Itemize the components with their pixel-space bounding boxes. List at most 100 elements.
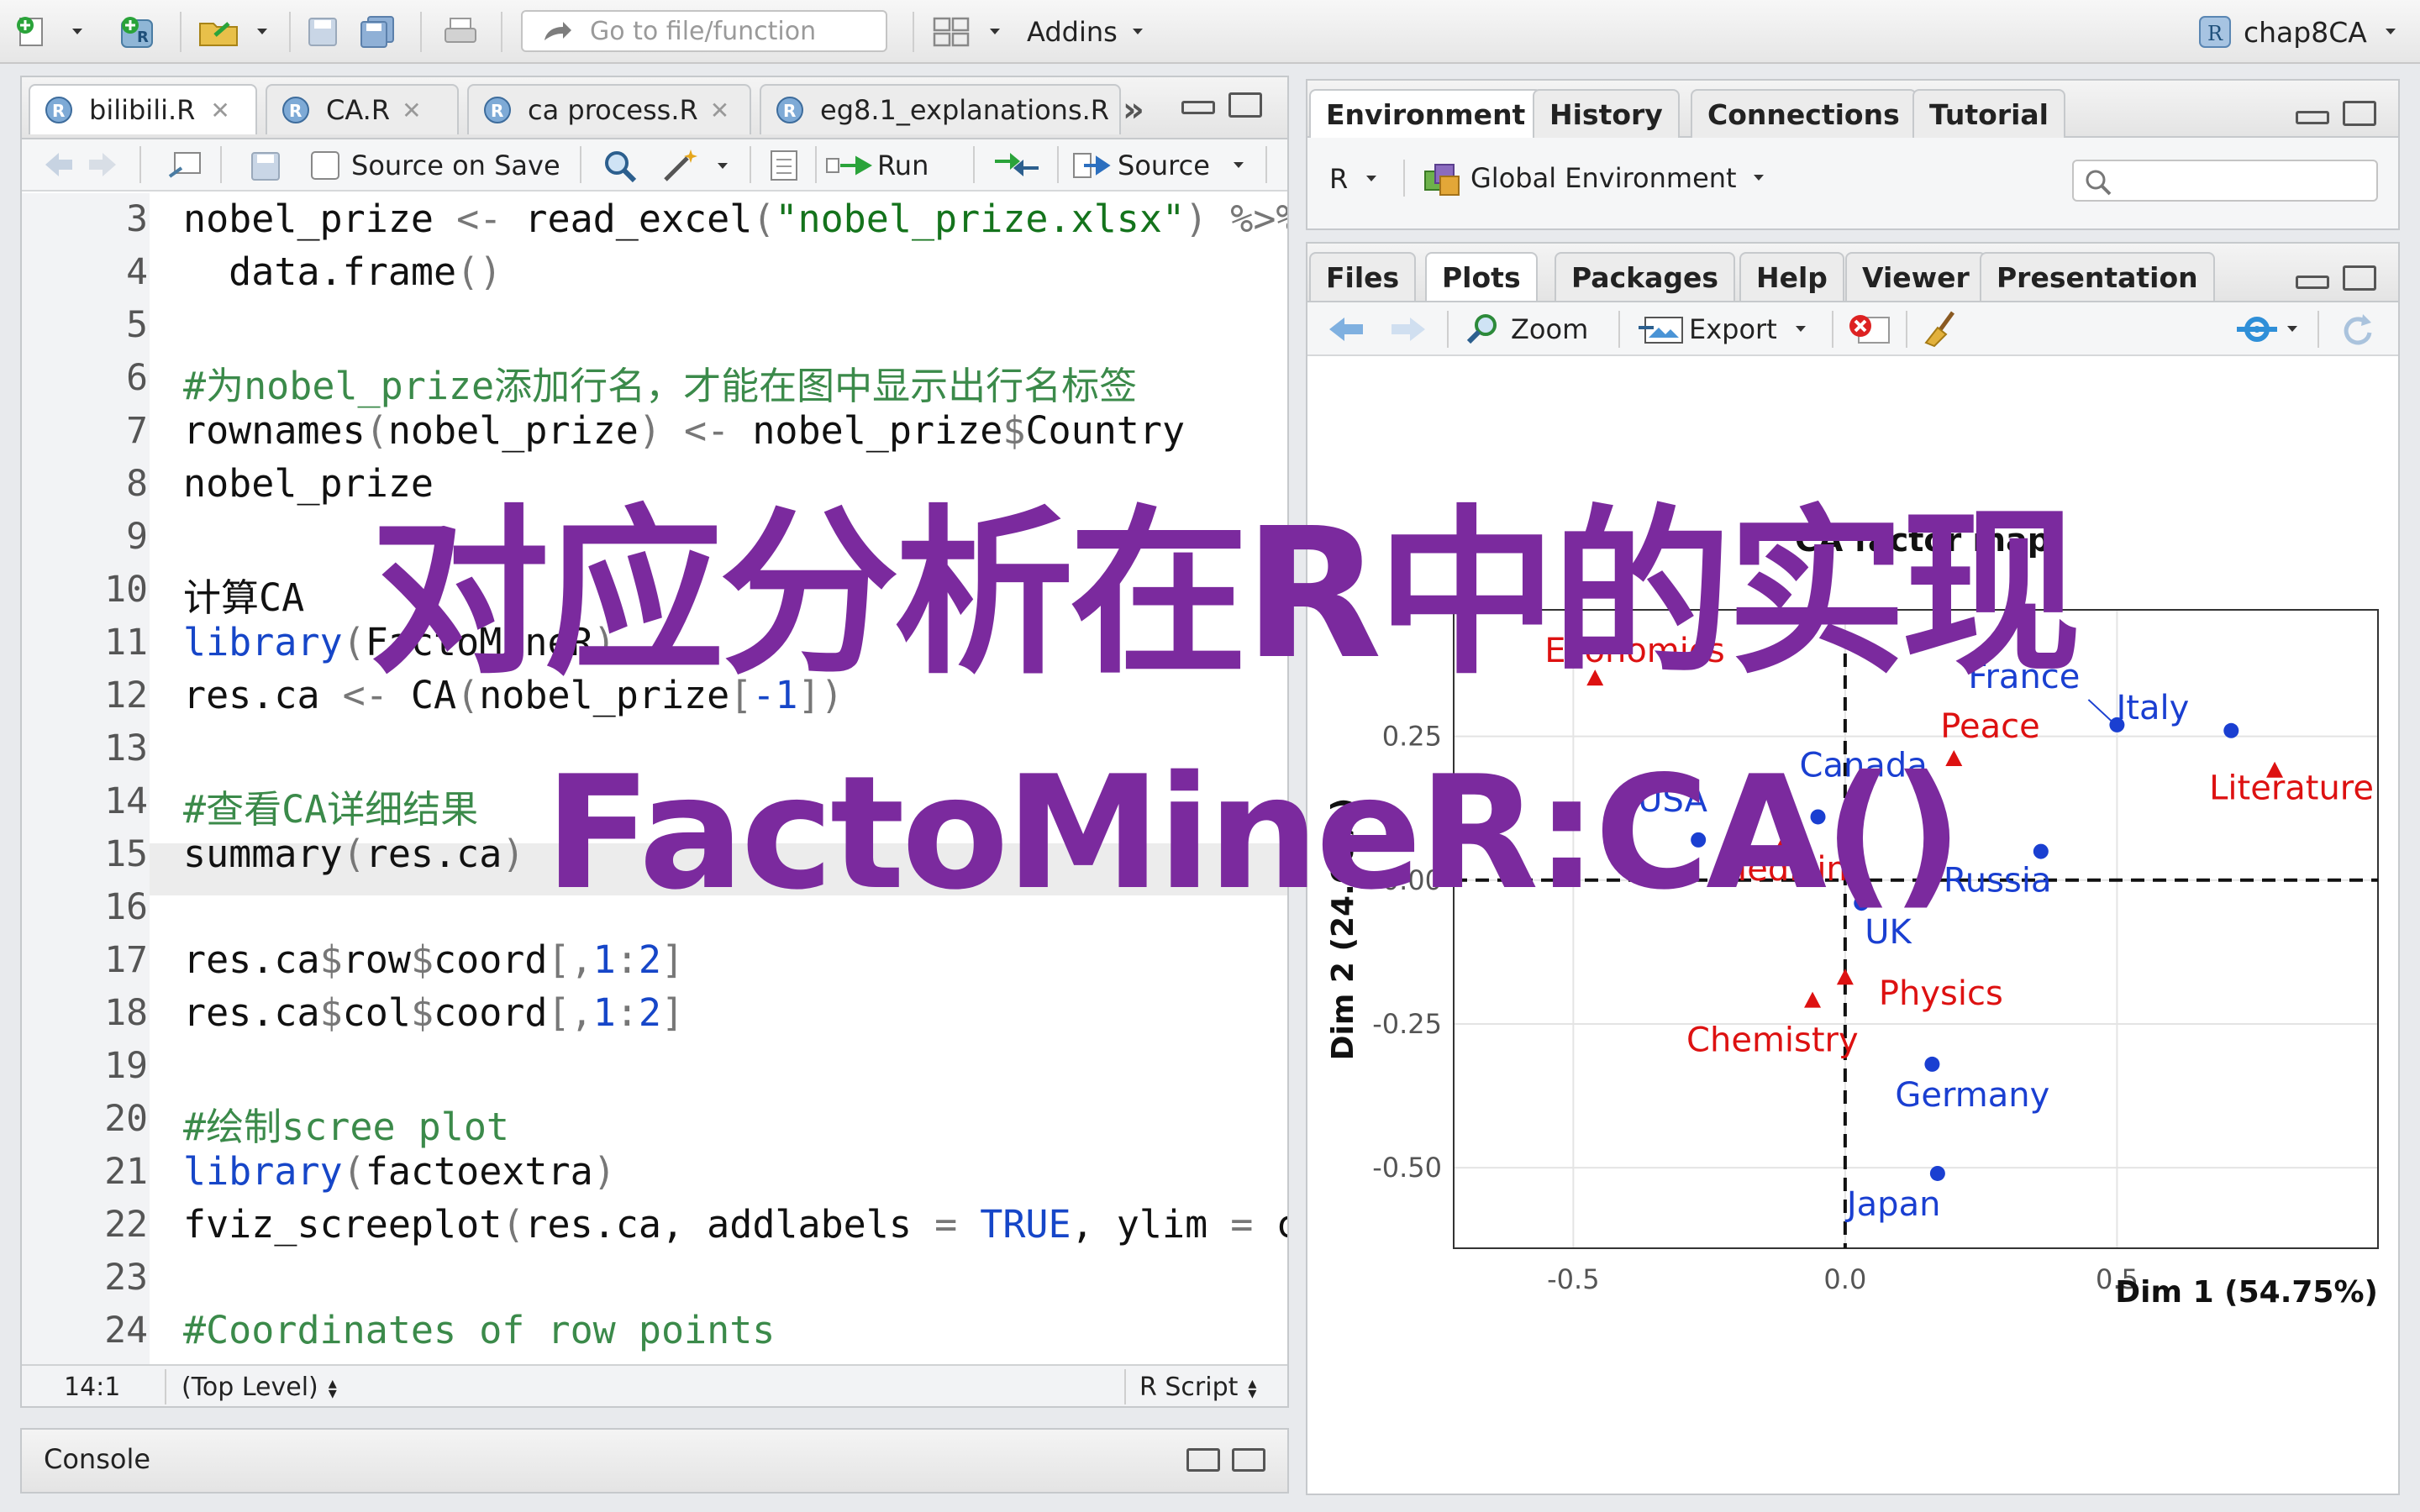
line-number: 16 xyxy=(104,886,148,928)
tab-viewer[interactable]: Viewer xyxy=(1845,252,1986,301)
plot-x-label: Dim 1 (54.75%) xyxy=(2115,1275,2378,1310)
source-arrow-icon xyxy=(1073,153,1111,178)
tab-label: Environment xyxy=(1326,97,1526,131)
env-search-input[interactable] xyxy=(2072,160,2378,202)
refresh-icon[interactable] xyxy=(2338,312,2375,348)
goto-file-input[interactable]: Go to file/function xyxy=(521,10,887,52)
toolbar-divider xyxy=(220,146,222,183)
zoom-icon xyxy=(1466,314,1497,344)
tab-history[interactable]: History xyxy=(1533,89,1680,138)
chevron-down-icon[interactable] xyxy=(252,12,272,52)
save-icon[interactable] xyxy=(249,150,282,181)
close-icon[interactable]: ✕ xyxy=(710,97,729,124)
tab-label: CA.R xyxy=(326,94,391,126)
back-arrow-icon[interactable] xyxy=(1326,314,1366,344)
tab-files[interactable]: Files xyxy=(1309,252,1417,301)
save-all-icon[interactable] xyxy=(358,12,398,52)
open-file-icon[interactable] xyxy=(195,12,245,52)
environment-icon xyxy=(1424,164,1460,196)
source-on-save-label: Source on Save xyxy=(351,150,560,181)
search-icon[interactable] xyxy=(602,148,639,183)
language-selector[interactable]: R xyxy=(1329,163,1378,195)
addins-menu[interactable]: Addins xyxy=(1027,10,1144,54)
environment-selector[interactable]: Global Environment xyxy=(1422,160,1765,197)
source-on-save-checkbox[interactable] xyxy=(311,151,339,180)
zoom-button[interactable]: Zoom xyxy=(1464,311,1588,348)
status-divider xyxy=(1124,1369,1126,1404)
export-button[interactable]: Export xyxy=(1637,311,1807,348)
code-line: summary(res.ca) xyxy=(183,832,525,876)
code-line: 计算CA xyxy=(183,575,305,620)
tab-presentation[interactable]: Presentation xyxy=(1980,252,2215,301)
line-number: 23 xyxy=(104,1257,148,1299)
toolbar-divider xyxy=(580,146,581,183)
minimize-pane-icon[interactable] xyxy=(1181,101,1215,114)
tab-packages[interactable]: Packages xyxy=(1555,252,1735,301)
remove-plot-icon[interactable] xyxy=(1845,312,1892,346)
line-number: 6 xyxy=(126,357,148,399)
close-icon[interactable]: ✕ xyxy=(210,97,229,124)
console-pane[interactable]: Console xyxy=(20,1428,1289,1494)
print-icon[interactable] xyxy=(440,12,481,52)
tab-ca-process[interactable]: R ca process.R ✕ xyxy=(467,84,751,134)
line-number: 21 xyxy=(104,1151,148,1193)
chevron-down-icon[interactable] xyxy=(985,12,1005,52)
toolbar-divider xyxy=(1057,146,1059,183)
line-number: 4 xyxy=(126,251,148,293)
chevron-down-icon xyxy=(1753,175,1764,181)
run-button[interactable]: Run xyxy=(825,146,929,185)
tab-bilibili[interactable]: R bilibili.R ✕ xyxy=(29,84,257,134)
language-label: R xyxy=(1329,163,1349,195)
run-arrow-icon xyxy=(826,155,872,176)
back-arrow-icon[interactable] xyxy=(42,150,76,180)
close-icon[interactable]: ✕ xyxy=(402,97,421,124)
chevron-down-icon[interactable] xyxy=(716,161,729,171)
new-file-icon[interactable] xyxy=(12,12,52,52)
editor-toolbar: Source on Save Run Source xyxy=(22,139,1287,192)
tab-environment[interactable]: Environment xyxy=(1309,89,1543,138)
minimize-pane-icon[interactable] xyxy=(2296,276,2329,289)
point-label: Literature xyxy=(2209,769,2374,808)
chevron-down-icon[interactable] xyxy=(67,12,87,52)
maximize-pane-icon[interactable] xyxy=(1228,92,1262,118)
line-number: 10 xyxy=(104,569,148,611)
minimize-pane-icon[interactable] xyxy=(2296,111,2329,124)
grid-layout-icon[interactable] xyxy=(931,12,971,52)
publish-button[interactable] xyxy=(2235,312,2299,346)
tab-ca-r[interactable]: R CA.R ✕ xyxy=(266,84,459,134)
line-number: 7 xyxy=(126,410,148,452)
tab-label: Presentation xyxy=(1996,260,2198,294)
maximize-pane-icon[interactable] xyxy=(1232,1448,1265,1472)
chevron-down-icon xyxy=(2287,326,2297,332)
forward-arrow-icon[interactable] xyxy=(86,150,119,180)
toolbar-divider xyxy=(1618,311,1620,348)
main-toolbar: R Go to file/function Addins R chap8CA xyxy=(0,0,2420,64)
filetype-selector[interactable]: R Script ▴ ▾ xyxy=(1139,1373,1256,1402)
code-line: fviz_screeplot(res.ca, addlabels = TRUE,… xyxy=(183,1202,1287,1247)
tab-plots[interactable]: Plots xyxy=(1425,252,1538,301)
line-number: 19 xyxy=(104,1045,148,1087)
restore-pane-icon[interactable] xyxy=(1186,1448,1220,1472)
tab-help[interactable]: Help xyxy=(1739,252,1844,301)
scope-selector[interactable]: (Top Level) ▴ ▾ xyxy=(182,1373,337,1402)
magic-wand-icon[interactable] xyxy=(660,146,701,183)
project-menu[interactable]: R chap8CA xyxy=(2196,10,2397,54)
env-tab-bar: Environment History Connections Tutorial xyxy=(1307,81,2398,138)
maximize-pane-icon[interactable] xyxy=(2343,265,2376,291)
search-icon xyxy=(2086,170,2112,196)
more-tabs-icon[interactable]: » xyxy=(1123,91,1144,129)
chevron-down-icon xyxy=(2385,29,2396,34)
broom-icon[interactable] xyxy=(1921,309,1961,348)
forward-arrow-icon[interactable] xyxy=(1388,314,1428,344)
line-number: 20 xyxy=(104,1098,148,1140)
tab-tutorial[interactable]: Tutorial xyxy=(1912,89,2065,138)
tab-eg81[interactable]: R eg8.1_explanations.R xyxy=(760,84,1121,134)
show-in-window-icon[interactable] xyxy=(166,150,203,181)
source-button[interactable]: Source xyxy=(1072,146,1245,185)
save-icon[interactable] xyxy=(302,12,343,52)
tab-connections[interactable]: Connections xyxy=(1691,89,1917,138)
compile-report-icon[interactable] xyxy=(768,148,800,183)
maximize-pane-icon[interactable] xyxy=(2343,101,2376,126)
new-project-icon[interactable]: R xyxy=(118,12,158,52)
rerun-icon[interactable] xyxy=(992,150,1042,180)
